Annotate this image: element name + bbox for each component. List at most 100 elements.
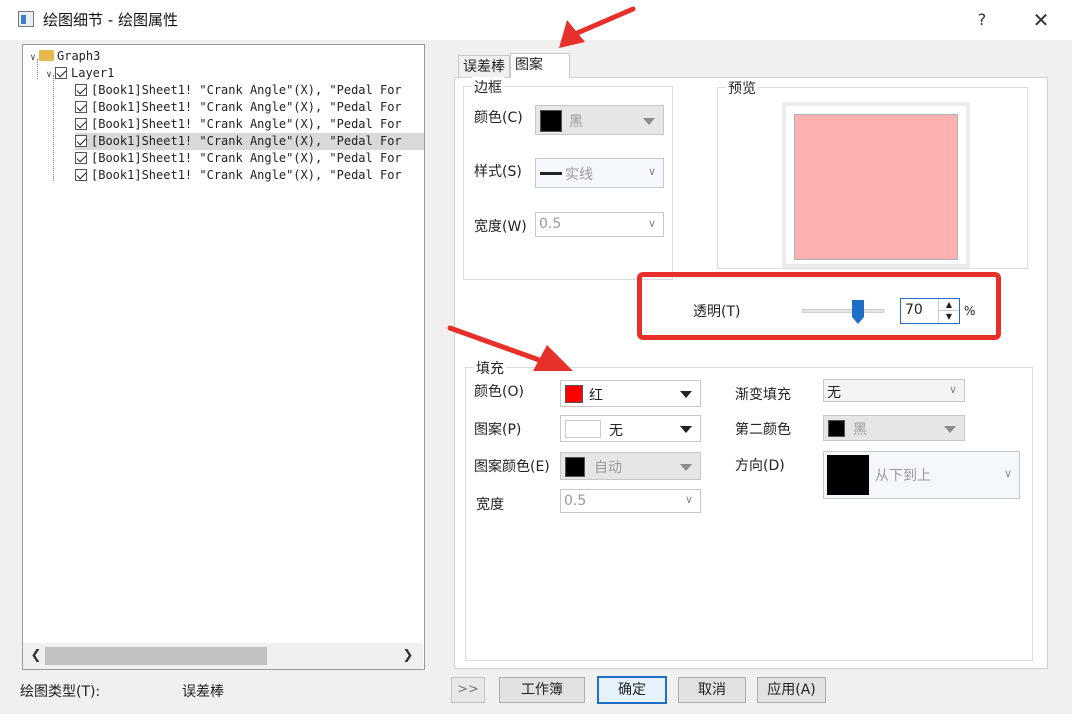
dropdown-value: 红 (589, 388, 603, 404)
tree-node-plot[interactable]: [Book1]Sheet1! "Crank Angle"(X), "Pedal … (75, 167, 424, 184)
horizontal-scrollbar[interactable]: ❮ ❯ (23, 643, 423, 669)
direction-dropdown[interactable]: 从下到上 ∨ (823, 451, 1020, 499)
line-style-icon (540, 172, 562, 175)
app-icon (18, 11, 34, 27)
tree-node-label: [Book1]Sheet1! "Crank Angle"(X), "Pedal … (91, 83, 402, 97)
dropdown-arrow-icon (680, 464, 692, 471)
border-style-dropdown[interactable]: 实线 ∨ (535, 158, 664, 188)
chevron-down-icon: ∨ (647, 217, 656, 230)
tree-node-label: [Book1]Sheet1! "Crank Angle"(X), "Pedal … (91, 168, 402, 182)
help-button[interactable]: ? (968, 8, 996, 32)
tree-node-graph[interactable]: ∨ Graph3 (27, 48, 100, 65)
border-width-label: 宽度(W) (474, 219, 527, 235)
workbook-button[interactable]: 工作簿 (499, 677, 585, 703)
group-title: 预览 (726, 78, 758, 98)
checkbox[interactable] (75, 152, 87, 164)
pattern-color-label: 图案颜色(E) (474, 459, 550, 475)
checkbox[interactable] (75, 169, 87, 181)
dropdown-value: 无 (827, 385, 841, 401)
background-edge (1072, 40, 1080, 724)
fill-pattern-dropdown[interactable]: 无 (560, 415, 701, 442)
tree-node-label: [Book1]Sheet1! "Crank Angle"(X), "Pedal … (91, 134, 402, 148)
color-swatch (565, 457, 585, 477)
dropdown-value: 0.5 (539, 216, 562, 232)
tree-node-plot-selected[interactable]: [Book1]Sheet1! "Crank Angle"(X), "Pedal … (75, 133, 424, 150)
second-color-label: 第二颜色 (735, 422, 791, 438)
dropdown-value: 从下到上 (875, 468, 931, 484)
plot-tree[interactable]: ∨ Graph3 ∨ Layer1 [Book1]Sheet1! "Crank An… (22, 44, 425, 670)
checkbox[interactable] (75, 118, 87, 130)
dropdown-value: 无 (609, 423, 623, 439)
plot-type-value: 误差棒 (182, 684, 224, 700)
fill-width-label: 宽度 (476, 497, 504, 513)
border-color-dropdown[interactable]: 黑 (535, 105, 664, 135)
checkbox[interactable] (75, 84, 87, 96)
checkbox[interactable] (55, 67, 67, 79)
gradient-preview (827, 455, 869, 495)
dropdown-arrow-icon (680, 426, 692, 433)
border-style-label: 样式(S) (474, 164, 522, 180)
window-title: 绘图细节 - 绘图属性 (43, 11, 178, 29)
scroll-right-icon[interactable]: ❯ (399, 647, 417, 665)
collapse-icon[interactable]: ∨ (43, 67, 55, 84)
tree-node-label: [Book1]Sheet1! "Crank Angle"(X), "Pedal … (91, 100, 402, 114)
fill-pattern-label: 图案(P) (474, 422, 522, 438)
expand-button[interactable]: >> (451, 677, 485, 703)
dropdown-arrow-icon (643, 118, 655, 125)
plot-type-label: 绘图类型(T): (20, 684, 101, 700)
tree-node-plot[interactable]: [Book1]Sheet1! "Crank Angle"(X), "Pedal … (75, 82, 424, 99)
dropdown-value: 黑 (853, 422, 867, 438)
color-swatch (828, 420, 845, 437)
border-width-dropdown[interactable]: 0.5 ∨ (535, 212, 664, 237)
fill-color-label: 颜色(O) (474, 384, 524, 400)
tree-node-plot[interactable]: [Book1]Sheet1! "Crank Angle"(X), "Pedal … (75, 150, 424, 167)
color-swatch (565, 385, 583, 403)
border-color-label: 颜色(C) (474, 110, 523, 126)
checkbox[interactable] (75, 135, 87, 147)
second-color-dropdown[interactable]: 黑 (823, 415, 965, 441)
apply-button[interactable]: 应用(A) (757, 677, 826, 703)
tree-node-label: [Book1]Sheet1! "Crank Angle"(X), "Pedal … (91, 151, 402, 165)
title-bar: 绘图细节 - 绘图属性 ? ✕ (0, 0, 1080, 40)
tree-node-label: [Book1]Sheet1! "Crank Angle"(X), "Pedal … (91, 117, 402, 131)
scroll-left-icon[interactable]: ❮ (27, 647, 45, 665)
tree-node-plot[interactable]: [Book1]Sheet1! "Crank Angle"(X), "Pedal … (75, 99, 424, 116)
dropdown-value: 黑 (569, 114, 583, 130)
dropdown-value: 实线 (565, 167, 593, 183)
chevron-down-icon: ∨ (1003, 467, 1012, 480)
scroll-thumb[interactable] (45, 647, 267, 665)
preview-frame (782, 102, 970, 268)
highlight-box (637, 272, 1001, 340)
checkbox[interactable] (75, 101, 87, 113)
tab-error-bar[interactable]: 误差棒 (458, 55, 510, 77)
dropdown-arrow-icon (944, 426, 956, 433)
direction-label: 方向(D) (735, 458, 785, 474)
dropdown-value: 自动 (594, 460, 622, 476)
tree-node-plot[interactable]: [Book1]Sheet1! "Crank Angle"(X), "Pedal … (75, 116, 424, 133)
chevron-down-icon: ∨ (948, 383, 957, 396)
tab-pattern[interactable]: 图案 (510, 53, 570, 78)
fill-width-dropdown[interactable]: 0.5 ∨ (560, 489, 701, 513)
collapse-icon[interactable]: ∨ (27, 50, 39, 67)
fill-color-dropdown[interactable]: 红 (560, 380, 701, 407)
color-swatch (540, 110, 562, 132)
preview-swatch (794, 114, 958, 260)
tree-node-layer[interactable]: ∨ Layer1 (43, 65, 114, 82)
gradient-label: 渐变填充 (735, 387, 791, 403)
tree-node-label: Layer1 (71, 66, 115, 80)
group-title: 填充 (474, 358, 506, 378)
dropdown-value: 0.5 (564, 493, 587, 509)
folder-icon (39, 50, 54, 61)
fill-group: 填充 (465, 358, 1033, 661)
tree-node-label: Graph3 (57, 49, 101, 63)
cancel-button[interactable]: 取消 (678, 677, 746, 703)
close-button[interactable]: ✕ (1024, 6, 1058, 34)
ok-button[interactable]: 确定 (597, 676, 667, 704)
pattern-color-dropdown[interactable]: 自动 (560, 452, 701, 480)
gradient-dropdown[interactable]: 无 ∨ (823, 379, 965, 402)
pattern-preview (565, 420, 601, 438)
chevron-down-icon: ∨ (647, 165, 656, 178)
background-edge (0, 714, 1072, 724)
chevron-down-icon: ∨ (684, 493, 693, 506)
dropdown-arrow-icon (680, 391, 692, 398)
